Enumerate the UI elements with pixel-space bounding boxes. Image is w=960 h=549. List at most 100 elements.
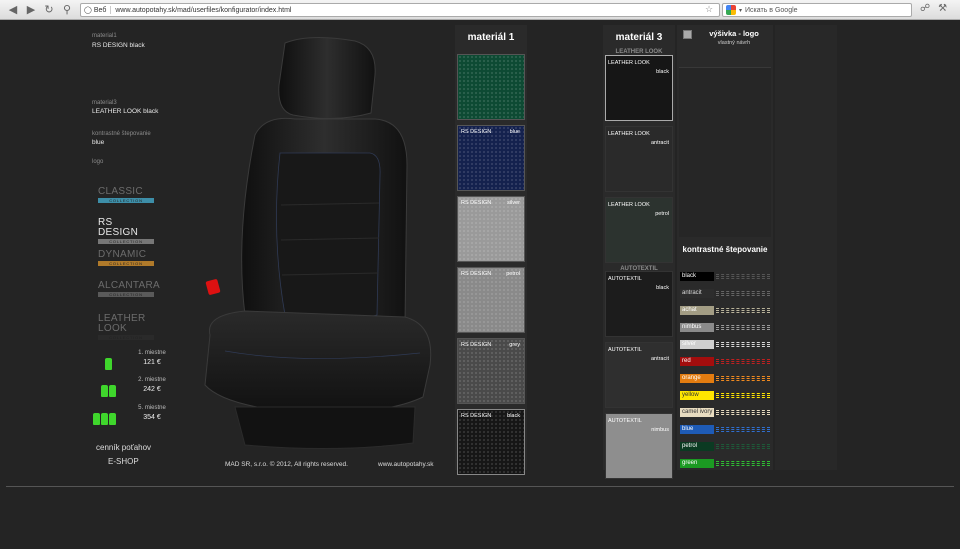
google-icon xyxy=(726,5,736,15)
search-box[interactable]: ▾ Искать в Google xyxy=(722,3,912,17)
thread-sample xyxy=(716,408,770,417)
thread-sample xyxy=(716,391,770,400)
material1-swatch[interactable]: RS DESIGN blue xyxy=(457,125,525,191)
web-label: Веб xyxy=(93,6,107,14)
material1-label: material1 xyxy=(92,33,117,39)
collection-1[interactable]: RS DESIGN COLLECTION xyxy=(98,218,154,244)
material3-title: materiál 3 xyxy=(615,32,663,43)
swatch-label: AUTOTEXTIL xyxy=(608,276,642,282)
thread-option[interactable]: black xyxy=(680,270,770,282)
material3-swatch[interactable]: AUTOTEXTIL black xyxy=(605,271,673,337)
address-bar[interactable]: ◯ Веб www.autopotahy.sk/mad/userfiles/kon… xyxy=(80,3,720,17)
thread-option[interactable]: camel ivory xyxy=(680,406,770,418)
thread-sample xyxy=(716,374,770,383)
collection-title: ALCANTARA xyxy=(98,280,160,291)
back-icon[interactable]: ◀ xyxy=(4,1,22,19)
swatch-color-name: black xyxy=(507,413,520,419)
material1-swatch[interactable]: RS DESIGN silver xyxy=(457,196,525,262)
swatch-label: AUTOTEXTIL xyxy=(608,347,642,353)
price-item[interactable]: 1. miestne 121 € xyxy=(132,350,172,366)
thread-option[interactable]: nimbus xyxy=(680,321,770,333)
stitching-title: kontrastné štepovanie xyxy=(682,245,768,254)
bookmark-star-icon[interactable]: ☆ xyxy=(705,4,713,15)
price-amount: 354 xyxy=(143,414,155,421)
material1-swatch[interactable]: RS DESIGN grey xyxy=(457,338,525,404)
price-label: 5. miestne xyxy=(138,405,166,411)
price-item[interactable]: 2. miestne 242 € xyxy=(132,377,172,393)
key-icon[interactable]: ⚲ xyxy=(58,1,76,19)
wrench-icon[interactable]: ⚒ xyxy=(938,3,947,14)
swatch-label: RS DESIGN xyxy=(461,129,492,135)
thread-color-chip: blue xyxy=(680,424,714,434)
swatch-label: RS DESIGN xyxy=(461,413,492,419)
collection-subtitle: COLLECTION xyxy=(98,198,154,203)
site-info[interactable]: ◯ Веб xyxy=(81,6,112,14)
swatch-color-name: black xyxy=(656,285,669,291)
thread-sample xyxy=(716,442,770,451)
thread-color-chip: silver xyxy=(680,339,714,349)
thread-option[interactable]: antracit xyxy=(680,287,770,299)
thread-option[interactable]: yellow xyxy=(680,389,770,401)
collection-0[interactable]: CLASSIC COLLECTION xyxy=(98,187,154,203)
collection-title: DYNAMIC xyxy=(98,249,147,260)
material1-swatch[interactable] xyxy=(457,54,525,120)
seat-count-icon xyxy=(93,407,116,425)
material3-swatch[interactable]: AUTOTEXTIL nimbus xyxy=(605,413,673,479)
thread-option[interactable]: red xyxy=(680,355,770,367)
dropdown-icon[interactable]: ▾ xyxy=(739,7,742,14)
forward-icon[interactable]: ▶ xyxy=(22,1,40,19)
material3-swatch[interactable]: LEATHER LOOK petrol xyxy=(605,197,673,263)
collection-title: LEATHER LOOK xyxy=(98,313,146,334)
thread-sample xyxy=(716,306,770,315)
reload-icon[interactable]: ↻ xyxy=(40,1,58,19)
thread-color-chip: red xyxy=(680,356,714,366)
copyright: MAD SR, s.r.o. © 2012, All rights reserv… xyxy=(225,461,348,468)
collection-4[interactable]: LEATHER LOOK COLLECTION xyxy=(98,314,154,340)
thread-color-chip: black xyxy=(680,271,714,281)
eshop-link[interactable]: E-SHOP xyxy=(108,457,139,466)
embroidery-checkbox[interactable] xyxy=(683,30,692,39)
page-menu-icon[interactable]: ☍ xyxy=(920,3,930,14)
price-currency: € xyxy=(156,414,161,421)
swatch-color-name: nimbus xyxy=(651,427,669,433)
thread-color-chip: camel ivory xyxy=(680,407,714,417)
thread-option[interactable]: achat xyxy=(680,304,770,316)
collection-2[interactable]: DYNAMIC COLLECTION xyxy=(98,250,154,266)
thread-sample xyxy=(716,459,770,468)
swatch-label: RS DESIGN xyxy=(461,200,492,206)
swatch-color-name: antracit xyxy=(650,140,669,146)
thread-option[interactable]: petrol xyxy=(680,440,770,452)
site-link[interactable]: www.autopotahy.sk xyxy=(378,461,434,468)
empty-panel xyxy=(775,25,837,470)
globe-icon: ◯ xyxy=(84,7,92,14)
configurator-page: material1 RS DESIGN black material3 LEAT… xyxy=(0,20,960,549)
price-item[interactable]: 5. miestne 354 € xyxy=(132,405,172,421)
collection-title: RS DESIGN xyxy=(98,217,139,238)
material3-swatch[interactable]: LEATHER LOOK antracit xyxy=(605,126,673,192)
thread-color-chip: orange xyxy=(680,373,714,383)
collection-3[interactable]: ALCANTARA COLLECTION xyxy=(98,280,160,297)
thread-option[interactable]: silver xyxy=(680,338,770,350)
price-amount: 242 xyxy=(143,386,155,393)
thread-option[interactable]: green xyxy=(680,457,770,469)
swatch-label: LEATHER LOOK xyxy=(608,131,650,137)
material3-swatch[interactable]: LEATHER LOOK black xyxy=(605,55,673,121)
price-label: 1. miestne xyxy=(138,350,166,356)
thread-option[interactable]: blue xyxy=(680,423,770,435)
swatch-label: LEATHER LOOK xyxy=(608,202,650,208)
seat-preview xyxy=(204,36,432,450)
thread-color-chip: yellow xyxy=(680,390,714,400)
material1-swatch[interactable]: RS DESIGN petrol xyxy=(457,267,525,333)
stitch-value: blue xyxy=(92,139,105,146)
logo-preview xyxy=(679,67,771,237)
material1-title: materiál 1 xyxy=(467,32,515,43)
swatch-color-name: petrol xyxy=(506,271,520,277)
logo-label: logo xyxy=(92,159,104,165)
collection-subtitle: COLLECTION xyxy=(98,292,154,297)
pricelist-link[interactable]: cenník poťahov xyxy=(96,443,151,452)
thread-option[interactable]: orange xyxy=(680,372,770,384)
material3-swatch[interactable]: AUTOTEXTIL antracit xyxy=(605,342,673,408)
material1-swatch[interactable]: RS DESIGN black xyxy=(457,409,525,475)
seat-count-icon xyxy=(105,352,112,370)
backrest-center xyxy=(276,152,381,322)
